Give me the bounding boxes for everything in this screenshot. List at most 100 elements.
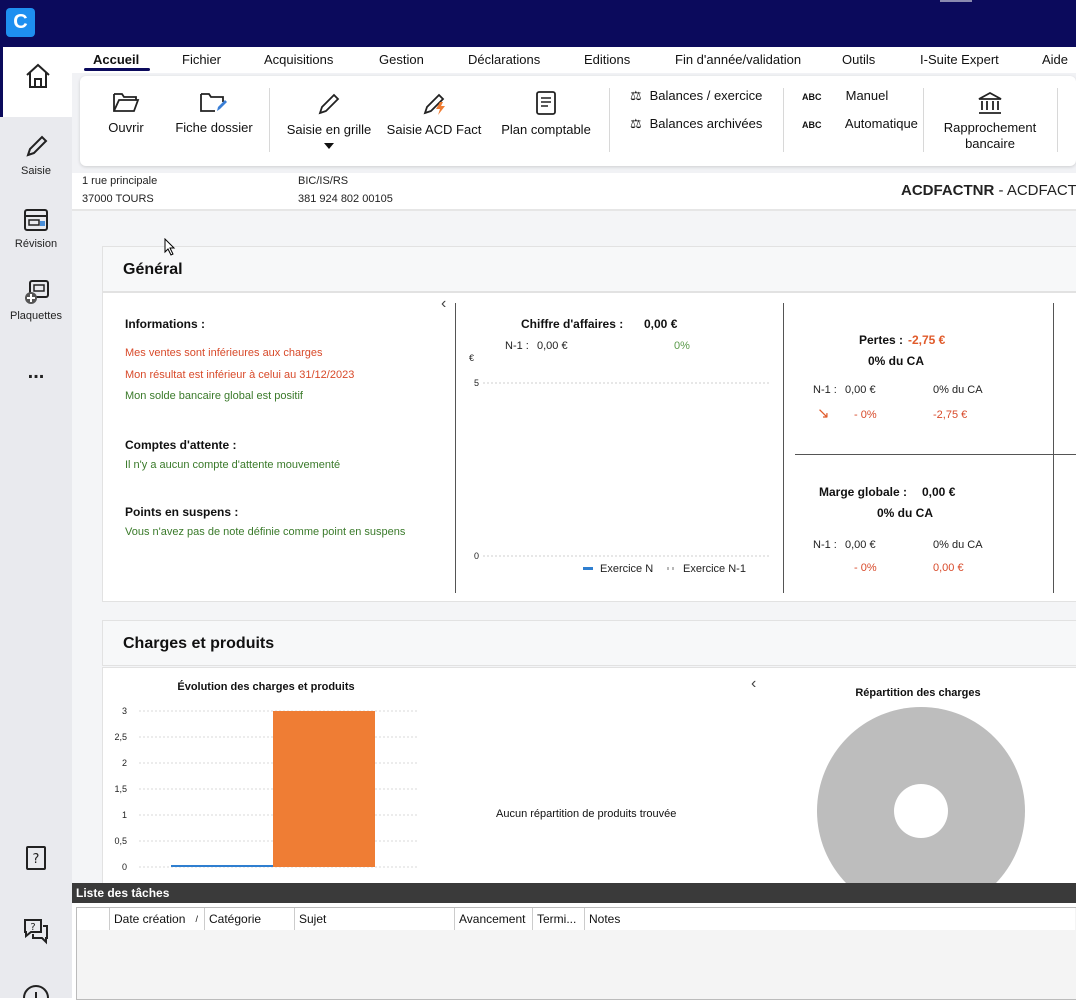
bar-y-tick-label: 3 <box>122 706 127 716</box>
ca-value: 0,00 € <box>644 317 678 331</box>
automatique-label: Automatique <box>844 116 918 131</box>
left-navigation: Saisie Révision Plaquettes ... ? ? <box>0 47 72 998</box>
marge-value: 0,00 € <box>922 485 956 499</box>
dossier-regime: BIC/IS/RS <box>298 175 349 187</box>
bar-mark <box>273 711 375 867</box>
nav-home-button[interactable] <box>0 47 72 117</box>
info-line-resultat: Mon résultat est inférieur à celui au 31… <box>125 369 355 381</box>
abc-icon: ABC <box>802 92 822 102</box>
ribbon-separator <box>269 88 270 152</box>
pertes-value: -2,75 € <box>908 333 946 347</box>
menu-outils[interactable]: Outils <box>842 52 875 67</box>
nav-plaquettes-label: Plaquettes <box>10 310 62 322</box>
chevron-down-icon[interactable] <box>324 143 334 149</box>
folder-edit-icon <box>200 93 227 112</box>
legend-exercice-n1-swatch <box>667 567 669 570</box>
nav-revision-button[interactable]: Révision <box>0 206 72 250</box>
rapprochement-label-2: bancaire <box>965 136 1015 151</box>
saisie-acd-fact-button[interactable]: Saisie ACD Fact <box>386 90 482 137</box>
ouvrir-label: Ouvrir <box>108 120 144 135</box>
plan-comptable-button[interactable]: Plan comptable <box>498 90 594 137</box>
general-separator-1 <box>455 303 456 593</box>
ca-label: Chiffre d'affaires : <box>521 317 624 331</box>
nav-saisie-button[interactable]: Saisie <box>0 133 72 177</box>
balances-archivees-button[interactable]: ⚖ Balances archivées <box>630 116 762 132</box>
bar-y-tick-label: 1 <box>122 810 127 820</box>
menu-fichier[interactable]: Fichier <box>182 52 221 67</box>
ribbon-separator <box>609 88 610 152</box>
column-header-avancement[interactable]: Avancement <box>455 908 533 930</box>
nav-saisie-label: Saisie <box>21 165 51 177</box>
column-header-date-creation[interactable]: Date création / <box>110 908 205 930</box>
home-icon <box>25 63 50 88</box>
pencil-icon <box>318 93 340 115</box>
menu-accueil[interactable]: Accueil <box>93 52 139 67</box>
help-book-button[interactable]: ? <box>0 844 72 876</box>
evolution-bar-chart: Évolution des charges et produits 3 2,5 2 1… <box>114 680 418 872</box>
marge-n1-value: 0,00 € <box>845 539 876 551</box>
pencil-lightning-icon <box>423 93 445 115</box>
attente-label: Comptes d'attente : <box>125 438 237 452</box>
collapse-left-icon[interactable]: ‹ <box>441 295 446 313</box>
nav-more-button[interactable]: ... <box>0 361 72 384</box>
pertes-n1-pct-ca: 0% du CA <box>933 384 983 396</box>
menu-isuite-expert[interactable]: I-Suite Expert <box>920 52 999 67</box>
suspens-text: Vous n'avez pas de note définie comme po… <box>125 526 406 538</box>
manuel-label: Manuel <box>845 88 889 103</box>
rapprochement-bancaire-button[interactable]: Rapprochement bancaire <box>940 90 1040 152</box>
fiche-dossier-button[interactable]: Fiche dossier <box>173 90 255 135</box>
menu-fin-annee[interactable]: Fin d'année/validation <box>675 52 801 67</box>
dossier-address-1: 1 rue principale <box>82 175 158 187</box>
legend-exercice-n: Exercice N <box>600 563 653 575</box>
column-header-notes[interactable]: Notes <box>585 908 1075 930</box>
menu-editions[interactable]: Editions <box>584 52 630 67</box>
help-book-icon: ? <box>26 846 46 870</box>
general-panel-header: Général <box>102 246 1076 292</box>
dossier-info-strip: 1 rue principale 37000 TOURS BIC/IS/RS 3… <box>72 173 1076 211</box>
document-icon <box>536 91 556 115</box>
repartition-pie-chart: Répartition des charges <box>817 687 1025 884</box>
pertes-n1-label: N-1 : <box>813 384 837 396</box>
chat-help-icon: ? <box>24 919 48 945</box>
marge-n1-label: N-1 : <box>813 539 837 551</box>
general-hseparator <box>795 454 1076 455</box>
tasks-header: Liste des tâches <box>72 883 1076 903</box>
menu-declarations[interactable]: Déclarations <box>468 52 540 67</box>
balances-exercice-button[interactable]: ⚖ Balances / exercice <box>630 88 762 104</box>
app-logo-icon[interactable]: C <box>6 8 35 37</box>
menu-gestion[interactable]: Gestion <box>379 52 424 67</box>
menu-acquisitions[interactable]: Acquisitions <box>264 52 333 67</box>
charges-title: Charges et produits <box>123 635 275 652</box>
title-bar: C <box>0 0 1076 47</box>
menu-bar: Accueil Fichier Acquisitions Gestion Déc… <box>72 47 1076 73</box>
saisie-grille-button[interactable]: Saisie en grille <box>284 90 374 149</box>
column-header-categorie[interactable]: Catégorie <box>205 908 295 930</box>
lettrage-manuel-button[interactable]: ABC Manuel <box>802 88 888 103</box>
marge-pct-ca: 0% du CA <box>877 506 934 520</box>
ribbon-separator <box>923 88 924 152</box>
pertes-delta-pct: - 0% <box>854 409 877 421</box>
chat-help-button[interactable]: ? <box>0 915 72 949</box>
column-header-termine[interactable]: Termi... <box>533 908 585 930</box>
menu-aide[interactable]: Aide <box>1042 52 1068 67</box>
general-title: Général <box>123 261 183 278</box>
ouvrir-button[interactable]: Ouvrir <box>100 90 152 135</box>
legend-exercice-n1: Exercice N-1 <box>683 563 746 575</box>
column-header-sujet[interactable]: Sujet <box>295 908 455 930</box>
marge-delta-pct: - 0% <box>854 562 877 574</box>
bar-y-tick-label: 0 <box>122 862 127 872</box>
fiche-dossier-label: Fiche dossier <box>175 120 253 135</box>
general-separator-2 <box>783 303 784 593</box>
dossier-address-2: 37000 TOURS <box>82 193 154 205</box>
more-icon: ... <box>27 361 45 383</box>
collapse-left-icon[interactable]: ‹ <box>751 675 756 693</box>
pertes-label: Pertes : <box>859 333 904 347</box>
column-header-select[interactable] <box>77 908 110 930</box>
lettrage-automatique-button[interactable]: ABC Automatique <box>802 116 918 131</box>
info-button[interactable] <box>0 984 72 1002</box>
nav-plaquettes-button[interactable]: Plaquettes <box>0 278 72 322</box>
window-control-mark[interactable] <box>940 0 972 2</box>
pertes-delta-value: -2,75 € <box>933 409 968 421</box>
legend-exercice-n-swatch <box>583 567 593 570</box>
plan-comptable-label: Plan comptable <box>501 122 591 137</box>
